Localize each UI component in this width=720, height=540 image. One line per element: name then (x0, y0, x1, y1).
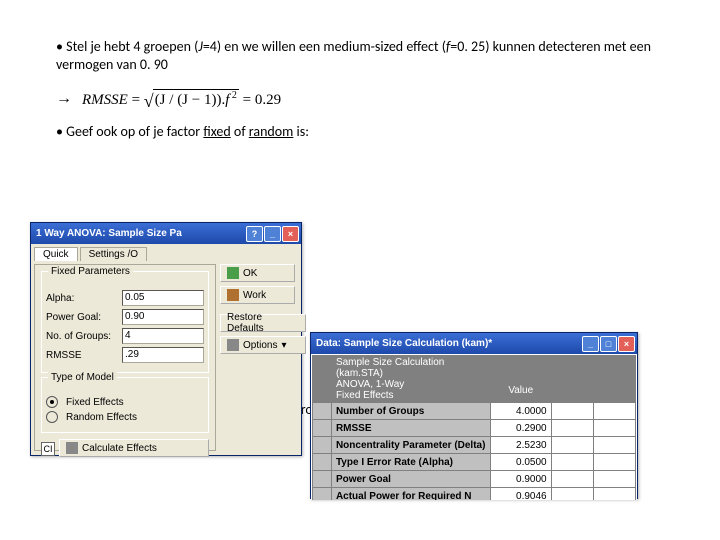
radio-random[interactable]: Random Effects (46, 411, 204, 423)
rmsse-label: RMSSE (46, 350, 118, 361)
calculate-button[interactable]: Calculate Effects (59, 439, 209, 457)
minimize-icon[interactable]: _ (264, 226, 281, 242)
results-caption-3: Fixed Effects (336, 390, 486, 401)
table-row: Noncentrality Parameter (Delta)2.5230 (313, 437, 636, 454)
row-label: Noncentrality Parameter (Delta) (331, 437, 490, 454)
data-window: Data: Sample Size Calculation (kam)* _ □… (310, 332, 638, 499)
results-caption-2: ANOVA, 1-Way (336, 379, 486, 390)
options-icon (227, 339, 239, 351)
row-label: Type I Error Rate (Alpha) (331, 454, 490, 471)
close-icon[interactable]: × (282, 226, 299, 242)
arrow-icon: → (56, 90, 72, 108)
data-titlebar[interactable]: Data: Sample Size Calculation (kam)* _ □… (311, 333, 637, 354)
power-input[interactable]: 0.90 (122, 309, 204, 325)
work-button[interactable]: Work (220, 286, 295, 304)
row-value: 4.0000 (490, 403, 551, 420)
row-label: Actual Power for Required N (331, 488, 490, 501)
help-icon[interactable]: ? (246, 226, 263, 242)
groups-input[interactable]: 4 (122, 328, 204, 344)
row-value: 0.0500 (490, 454, 551, 471)
row-label: Number of Groups (331, 403, 490, 420)
tab-quick[interactable]: Quick (34, 247, 78, 261)
minimize-icon[interactable]: _ (582, 336, 599, 352)
formula: → RMSSE = √(J / (J − 1)).f 2 = 0.29 (56, 88, 672, 109)
ok-button[interactable]: OK (220, 264, 295, 282)
radio-icon (46, 411, 58, 423)
row-value: 0.9046 (490, 488, 551, 501)
table-row: Number of Groups4.0000 (313, 403, 636, 420)
maximize-icon[interactable]: □ (600, 336, 617, 352)
results-table: Sample Size Calculation (kam.STA) ANOVA,… (312, 355, 636, 500)
row-value: 0.9000 (490, 471, 551, 488)
calc-icon (66, 442, 78, 454)
ci-icon: CI (41, 442, 55, 456)
row-value: 2.5230 (490, 437, 551, 454)
sqrt-icon: √ (144, 91, 154, 111)
data-title: Data: Sample Size Calculation (kam)* (316, 338, 582, 349)
rmsse-input[interactable]: .29 (122, 347, 204, 363)
radio-fixed[interactable]: Fixed Effects (46, 396, 204, 408)
fixed-params-legend: Fixed Parameters (48, 266, 133, 277)
close-icon[interactable]: × (618, 336, 635, 352)
value-column-header: Value (490, 379, 551, 403)
power-label: Power Goal: (46, 312, 118, 323)
groups-label: No. of Groups: (46, 331, 118, 342)
bullet-2: Geef ook op of je factor fixed of random… (56, 123, 672, 141)
options-button[interactable]: Options ▾ (220, 336, 306, 354)
anova-title: 1 Way ANOVA: Sample Size Pa (36, 228, 246, 239)
restore-button[interactable]: Restore Defaults (220, 314, 306, 332)
results-caption-1: Sample Size Calculation (kam.STA) (336, 357, 486, 379)
ok-icon (227, 267, 239, 279)
work-icon (227, 289, 239, 301)
table-row: Actual Power for Required N0.9046 (313, 488, 636, 501)
alpha-label: Alpha: (46, 293, 118, 304)
table-row: Power Goal0.9000 (313, 471, 636, 488)
alpha-input[interactable]: 0.05 (122, 290, 204, 306)
anova-titlebar[interactable]: 1 Way ANOVA: Sample Size Pa ? _ × (31, 223, 301, 244)
row-label: RMSSE (331, 420, 490, 437)
row-value: 0.2900 (490, 420, 551, 437)
model-legend: Type of Model (48, 372, 117, 383)
anova-dialog: 1 Way ANOVA: Sample Size Pa ? _ × Quick … (30, 222, 302, 456)
tab-settings[interactable]: Settings /O (80, 247, 147, 261)
table-row: Type I Error Rate (Alpha)0.0500 (313, 454, 636, 471)
radio-icon (46, 396, 58, 408)
table-row: RMSSE0.2900 (313, 420, 636, 437)
bullet-1-text: Stel je hebt 4 groepen ( (66, 38, 198, 55)
row-label: Power Goal (331, 471, 490, 488)
bullet-1: Stel je hebt 4 groepen (J=4) en we wille… (56, 38, 672, 74)
